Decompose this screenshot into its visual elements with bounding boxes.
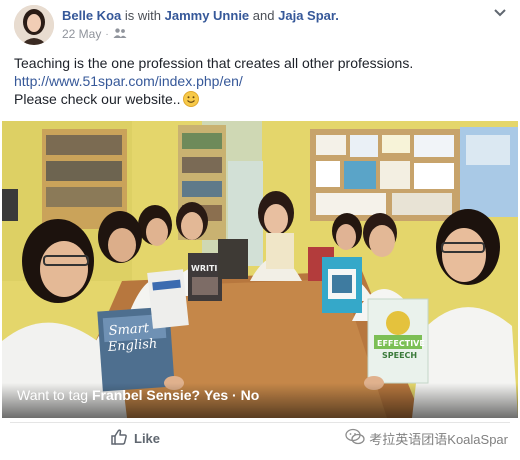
tagged-friend-1[interactable]: Jammy Unnie bbox=[165, 8, 250, 23]
tag-prompt: Want to tag bbox=[17, 387, 89, 403]
author-link[interactable]: Belle Koa bbox=[62, 8, 121, 23]
classroom-photo: Smart English WRITING EFFECTIVE SPEECH bbox=[2, 121, 518, 418]
website-link[interactable]: http://www.51spar.com/index.php/en/ bbox=[14, 72, 509, 90]
with-text: is with bbox=[124, 8, 161, 23]
wechat-icon bbox=[345, 428, 365, 449]
chevron-down-icon[interactable] bbox=[492, 6, 508, 20]
and-text: and bbox=[252, 8, 275, 23]
post-body: Teaching is the one profession that crea… bbox=[14, 54, 509, 108]
post-text-line-1: Teaching is the one profession that crea… bbox=[14, 55, 414, 71]
post-photo[interactable]: Smart English WRITING EFFECTIVE SPEECH W… bbox=[2, 121, 518, 418]
book-functional bbox=[147, 269, 189, 329]
footer-divider bbox=[10, 422, 510, 423]
facebook-post: Belle Koa is with Jammy Unnie and Jaja S… bbox=[0, 0, 520, 460]
tag-yes-button[interactable]: Yes bbox=[204, 387, 228, 403]
tag-suggestion: Want to tag Franbel Sensie? Yes · No bbox=[17, 387, 259, 403]
watermark-text: 考拉英语团语KoalaSpar bbox=[369, 432, 508, 447]
post-meta: 22 May · bbox=[62, 27, 127, 41]
avatar[interactable] bbox=[14, 5, 54, 45]
post-date[interactable]: 22 May bbox=[62, 27, 101, 41]
tag-separator: · bbox=[232, 387, 237, 403]
svg-text:SPEECH: SPEECH bbox=[382, 351, 417, 360]
post-header: Belle Koa is with Jammy Unnie and Jaja S… bbox=[62, 8, 339, 24]
svg-text:EFFECTIVE: EFFECTIVE bbox=[377, 339, 425, 348]
smiley-emoji-icon bbox=[182, 91, 199, 107]
like-label: Like bbox=[134, 431, 161, 446]
book-effective-speech: EFFECTIVE SPEECH bbox=[367, 298, 429, 384]
svg-text:Smart: Smart bbox=[108, 321, 150, 339]
tag-no-button[interactable]: No bbox=[241, 387, 260, 403]
like-button[interactable]: Like bbox=[110, 428, 160, 449]
book-blue bbox=[322, 257, 362, 313]
post-text-line-3: Please check our website.. bbox=[14, 91, 181, 107]
thumbs-up-icon bbox=[110, 428, 128, 449]
friends-icon[interactable] bbox=[113, 27, 127, 41]
tagged-friend-2[interactable]: Jaja Spar. bbox=[278, 8, 339, 23]
tag-suggested-name[interactable]: Franbel Sensie? bbox=[92, 387, 200, 403]
watermark: 考拉英语团语KoalaSpar bbox=[345, 428, 508, 449]
